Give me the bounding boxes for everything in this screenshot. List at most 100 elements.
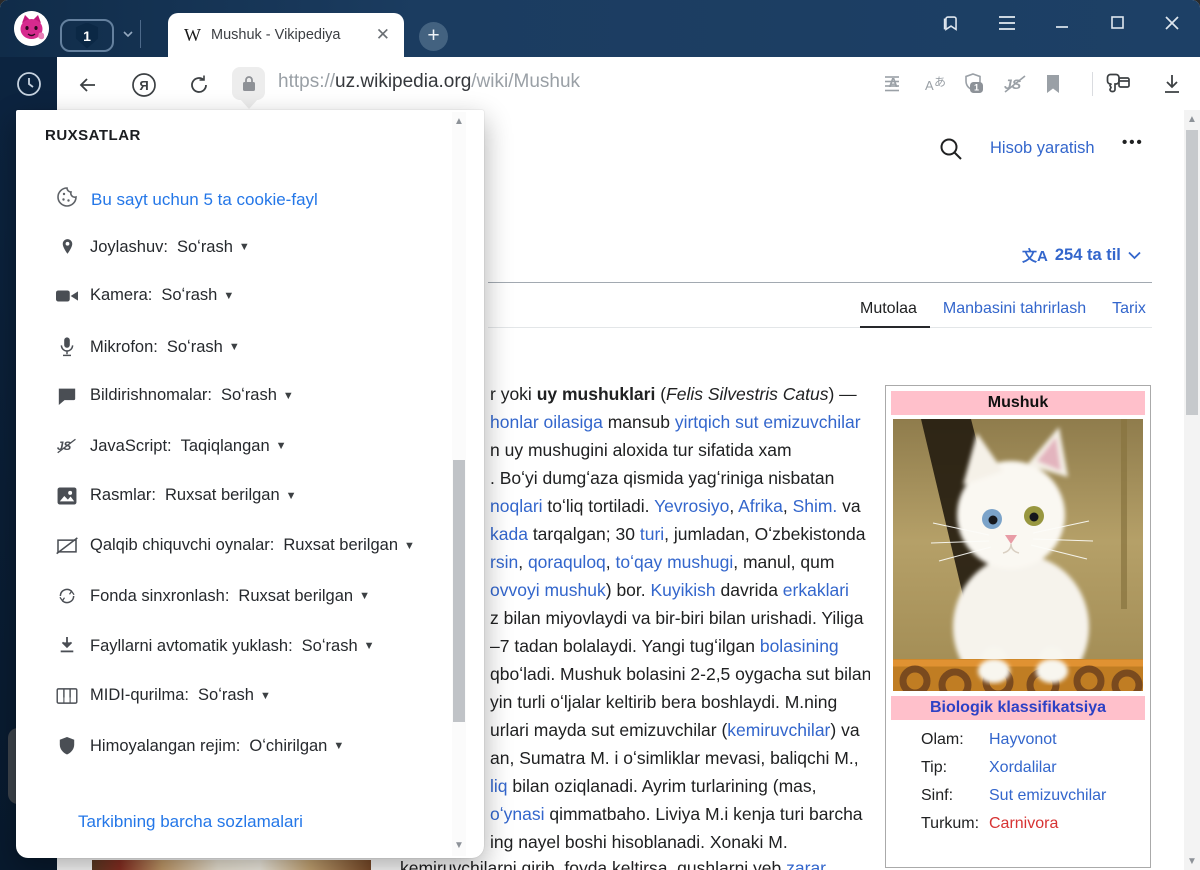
article-link[interactable]: Kuyikish	[651, 580, 716, 600]
wiki-tab-manbasini-tahrirlash[interactable]: Manbasini tahrirlash	[943, 300, 1086, 318]
scroll-up-icon[interactable]: ▲	[1184, 112, 1200, 128]
tab-list-chevron-icon[interactable]	[122, 28, 134, 40]
article-link[interactable]: honlar oilasiga	[490, 412, 603, 432]
article-link[interactable]: Afrika	[738, 496, 783, 516]
dropdown-caret-icon[interactable]: ▼	[364, 640, 375, 652]
article-link[interactable]: kada	[490, 524, 528, 544]
create-account-link[interactable]: Hisob yaratish	[990, 139, 1095, 158]
article-link[interactable]: oʻynasi	[490, 804, 544, 824]
back-icon[interactable]	[73, 70, 103, 100]
refresh-icon[interactable]	[184, 70, 214, 100]
article-link[interactable]: noqlari	[490, 496, 543, 516]
tab-counter-button[interactable]: 1	[60, 19, 114, 52]
article-link[interactable]: kemiruvchilar	[727, 720, 830, 740]
dropdown-caret-icon[interactable]: ▼	[404, 540, 415, 552]
address-bar[interactable]: https://uz.wikipedia.org/wiki/Mushuk	[278, 71, 580, 93]
article-line: r yoki uy mushuklari (Felis Silvestris C…	[490, 380, 870, 408]
article-line: kada tarqalgan; 30 turi, jumladan, Oʻzbe…	[490, 520, 870, 548]
permission-value-dropdown[interactable]: Ruxsat berilgan	[283, 536, 398, 555]
taxobox-value-link[interactable]: Carnivora	[989, 815, 1058, 833]
permission-label: Bildirishnomalar:	[90, 386, 212, 405]
article-link[interactable]: bolasining	[760, 636, 839, 656]
dropdown-caret-icon[interactable]: ▼	[333, 740, 344, 752]
dropdown-caret-icon[interactable]: ▼	[276, 440, 287, 452]
panel-scroll-up-icon[interactable]: ▲	[452, 114, 466, 130]
taxobox-row: Tip:Xordalilar	[891, 754, 1145, 782]
permission-value-dropdown[interactable]: Taqiqlangan	[181, 437, 270, 456]
yandex-search-icon[interactable]: Я	[129, 70, 159, 100]
article-text-segment: toʻliq tortiladi.	[543, 496, 655, 516]
wikipedia-favicon: W	[184, 25, 201, 46]
wiki-tab-mutolaa[interactable]: Mutolaa	[860, 300, 917, 318]
scroll-down-icon[interactable]: ▼	[1184, 854, 1200, 870]
wiki-more-menu-icon[interactable]: •••	[1122, 134, 1144, 151]
permission-label: JavaScript:	[90, 437, 172, 456]
taxobox-value-link[interactable]: Xordalilar	[989, 759, 1057, 777]
panel-scrollbar-thumb[interactable]	[453, 460, 465, 722]
permission-value-dropdown[interactable]: Soʻrash	[167, 338, 223, 357]
permission-value-dropdown[interactable]: Soʻrash	[302, 637, 358, 656]
wiki-search-icon[interactable]	[938, 136, 964, 167]
article-link[interactable]: erkaklari	[783, 580, 849, 600]
cookies-link-row[interactable]: Bu sayt uchun 5 ta cookie-fayl	[55, 185, 318, 214]
translate-icon[interactable]: A あ	[919, 69, 951, 99]
site-info-button[interactable]	[232, 67, 265, 100]
article-link[interactable]: liq	[490, 776, 508, 796]
permission-value-dropdown[interactable]: Soʻrash	[161, 286, 217, 305]
panel-scrollbar[interactable]: ▲ ▼	[452, 112, 466, 856]
browser-tab[interactable]: W Mushuk - Vikipediya ✕	[168, 13, 404, 57]
article-link[interactable]: zarar	[786, 858, 826, 870]
permission-value-dropdown[interactable]: Ruxsat berilgan	[238, 587, 353, 606]
downloads-icon[interactable]	[1156, 69, 1188, 99]
permission-value-dropdown[interactable]: Soʻrash	[198, 686, 254, 705]
cookies-link[interactable]: Bu sayt uchun 5 ta cookie-fayl	[91, 190, 318, 210]
menu-icon[interactable]	[987, 0, 1027, 45]
language-selector[interactable]: 文A 254 ta til	[1022, 245, 1141, 266]
dropdown-caret-icon[interactable]: ▼	[359, 590, 370, 602]
taxobox-value-link[interactable]: Sut emizuvchilar	[989, 787, 1106, 805]
permission-row-sync: Fonda sinxronlash:Ruxsat berilgan▼	[56, 586, 370, 606]
close-window-icon[interactable]	[1152, 0, 1192, 45]
taxobox-value-link[interactable]: Hayvonot	[989, 731, 1057, 749]
protect-shield-icon[interactable]: 1	[959, 69, 991, 99]
reader-mode-icon[interactable]: A	[879, 69, 911, 99]
article-line: noqlari toʻliq tortiladi. Yevrosiyo, Afr…	[490, 492, 870, 520]
panel-bookmark-icon[interactable]	[931, 0, 971, 45]
panel-anchor-pointer	[240, 99, 258, 109]
wiki-tab-tarix[interactable]: Tarix	[1112, 300, 1146, 318]
permission-value-dropdown[interactable]: Soʻrash	[221, 386, 277, 405]
minimize-icon[interactable]	[1042, 0, 1082, 45]
dropdown-caret-icon[interactable]: ▼	[239, 241, 250, 253]
all-content-settings-link[interactable]: Tarkibning barcha sozlamalari	[78, 812, 303, 832]
maximize-icon[interactable]	[1097, 0, 1137, 45]
kitten-photo[interactable]	[893, 419, 1143, 691]
history-icon[interactable]	[15, 70, 43, 103]
page-scrollbar-thumb[interactable]	[1186, 130, 1198, 415]
new-tab-button[interactable]: +	[419, 22, 448, 51]
panel-scroll-down-icon[interactable]: ▼	[452, 838, 466, 854]
permission-value-dropdown[interactable]: Ruxsat berilgan	[165, 486, 280, 505]
permission-value-dropdown[interactable]: Soʻrash	[177, 238, 233, 257]
dropdown-caret-icon[interactable]: ▼	[223, 290, 234, 302]
profile-avatar[interactable]	[14, 11, 49, 46]
tab-close-icon[interactable]: ✕	[372, 25, 394, 45]
dropdown-caret-icon[interactable]: ▼	[286, 490, 297, 502]
article-link[interactable]: Shim.	[793, 496, 838, 516]
bookmark-icon[interactable]	[1037, 69, 1069, 99]
article-link[interactable]: Yevrosiyo	[654, 496, 729, 516]
password-manager-icon[interactable]	[1102, 69, 1134, 99]
article-link[interactable]: qoraquloq	[528, 552, 606, 572]
article-link[interactable]: turi	[640, 524, 664, 544]
article-link[interactable]: ovvoyi mushuk	[490, 580, 606, 600]
dropdown-caret-icon[interactable]: ▼	[260, 690, 271, 702]
page-scrollbar[interactable]: ▲ ▼	[1184, 110, 1200, 870]
taxobox-section-header: Biologik klassifikatsiya	[891, 696, 1145, 720]
article-link[interactable]: rsin	[490, 552, 518, 572]
permission-value-dropdown[interactable]: Oʻchirilgan	[249, 737, 327, 756]
javascript-blocked-icon[interactable]: JS	[999, 69, 1031, 99]
dropdown-caret-icon[interactable]: ▼	[229, 341, 240, 353]
article-link[interactable]: toʻqay mushugi	[616, 552, 734, 572]
article-link[interactable]: yirtqich sut emizuvchilar	[675, 412, 861, 432]
dropdown-caret-icon[interactable]: ▼	[283, 390, 294, 402]
article-text-segment: ,	[606, 552, 616, 572]
